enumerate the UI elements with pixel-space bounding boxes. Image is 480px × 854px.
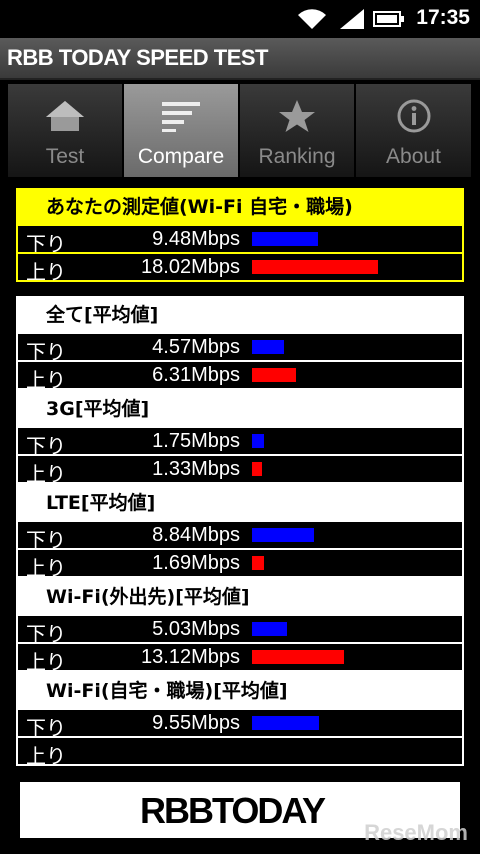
resemom-watermark: ReseMom xyxy=(364,820,468,845)
download-bar xyxy=(252,622,287,636)
download-row: 下り 5.03Mbps xyxy=(16,614,464,646)
battery-icon xyxy=(372,7,406,35)
compare-list[interactable]: あなたの測定値(Wi-Fi 自宅・職場) 下り 9.48Mbps 上り 18.0… xyxy=(16,188,464,778)
upload-value: 1.69Mbps xyxy=(152,552,240,574)
section-3g-average: 3G[平均値] 下り 1.75Mbps 上り 1.33Mbps xyxy=(16,390,464,486)
download-value: 9.55Mbps xyxy=(152,712,240,734)
wifi-icon xyxy=(296,7,328,35)
upload-label: 上り xyxy=(26,556,66,580)
download-bar xyxy=(252,434,264,448)
upload-label: 上り xyxy=(26,368,66,392)
section-user-result: あなたの測定値(Wi-Fi 自宅・職場) 下り 9.48Mbps 上り 18.0… xyxy=(16,188,464,284)
download-row: 下り 4.57Mbps xyxy=(16,332,464,364)
home-icon xyxy=(43,98,87,138)
tab-label: About xyxy=(386,145,441,168)
download-value: 5.03Mbps xyxy=(152,618,240,640)
section-title: 3G[平均値] xyxy=(16,390,464,428)
download-bar xyxy=(252,716,319,730)
download-value: 9.48Mbps xyxy=(152,228,240,250)
section-wifi-home-average: Wi-Fi(自宅・職場)[平均値] 下り 9.55Mbps 上り xyxy=(16,672,464,768)
download-value: 1.75Mbps xyxy=(152,430,240,452)
download-value: 8.84Mbps xyxy=(152,524,240,546)
download-bar xyxy=(252,340,284,354)
download-row: 下り 8.84Mbps xyxy=(16,520,464,552)
section-lte-average: LTE[平均値] 下り 8.84Mbps 上り 1.69Mbps xyxy=(16,484,464,580)
upload-value: 18.02Mbps xyxy=(141,256,240,278)
section-wifi-outside-average: Wi-Fi(外出先)[平均値] 下り 5.03Mbps 上り 13.12Mbps xyxy=(16,578,464,674)
tab-label: Compare xyxy=(137,145,225,168)
download-row: 下り 9.55Mbps xyxy=(16,708,464,740)
signal-icon xyxy=(338,7,366,35)
upload-row: 上り 18.02Mbps xyxy=(16,252,464,284)
upload-bar xyxy=(252,462,262,476)
tab-label: Test xyxy=(45,145,85,168)
download-bar xyxy=(252,232,318,246)
section-title: LTE[平均値] xyxy=(16,484,464,522)
status-bar: 17:35 xyxy=(0,0,480,38)
upload-label: 上り xyxy=(26,462,66,486)
upload-bar xyxy=(252,650,344,664)
tab-compare[interactable]: Compare xyxy=(124,84,239,177)
section-title: Wi-Fi(外出先)[平均値] xyxy=(16,578,464,616)
upload-row: 上り 13.12Mbps xyxy=(16,642,464,674)
tab-test[interactable]: Test xyxy=(8,84,123,177)
upload-row: 上り 6.31Mbps xyxy=(16,360,464,392)
app-titlebar: RBB TODAY SPEED TEST xyxy=(0,38,480,80)
section-title: 全て[平均値] xyxy=(16,296,464,334)
tab-bar: Test Compare Ranking About xyxy=(8,84,472,177)
download-row: 下り 9.48Mbps xyxy=(16,224,464,256)
list-icon xyxy=(159,98,203,138)
tab-label: Ranking xyxy=(258,145,336,168)
upload-row: 上り 1.69Mbps xyxy=(16,548,464,580)
section-title: あなたの測定値(Wi-Fi 自宅・職場) xyxy=(16,188,464,226)
star-icon xyxy=(275,98,319,138)
app-title: RBB TODAY SPEED TEST xyxy=(7,45,269,70)
clock: 17:35 xyxy=(416,6,470,29)
upload-value: 1.33Mbps xyxy=(152,458,240,480)
download-value: 4.57Mbps xyxy=(152,336,240,358)
upload-value: 13.12Mbps xyxy=(141,646,240,668)
download-bar xyxy=(252,528,314,542)
upload-bar xyxy=(252,368,296,382)
upload-value: 6.31Mbps xyxy=(152,364,240,386)
download-row: 下り 1.75Mbps xyxy=(16,426,464,458)
section-title: Wi-Fi(自宅・職場)[平均値] xyxy=(16,672,464,710)
upload-label: 上り xyxy=(26,744,66,768)
upload-label: 上り xyxy=(26,260,66,284)
upload-label: 上り xyxy=(26,650,66,674)
rbbtoday-logo: RBBTODAY xyxy=(140,790,326,831)
upload-bar xyxy=(252,260,378,274)
tab-about[interactable]: About xyxy=(356,84,471,177)
section-all-average: 全て[平均値] 下り 4.57Mbps 上り 6.31Mbps xyxy=(16,296,464,392)
tab-ranking[interactable]: Ranking xyxy=(240,84,355,177)
upload-bar xyxy=(252,556,264,570)
upload-row: 上り xyxy=(16,736,464,768)
upload-row: 上り 1.33Mbps xyxy=(16,454,464,486)
info-icon xyxy=(392,98,436,138)
